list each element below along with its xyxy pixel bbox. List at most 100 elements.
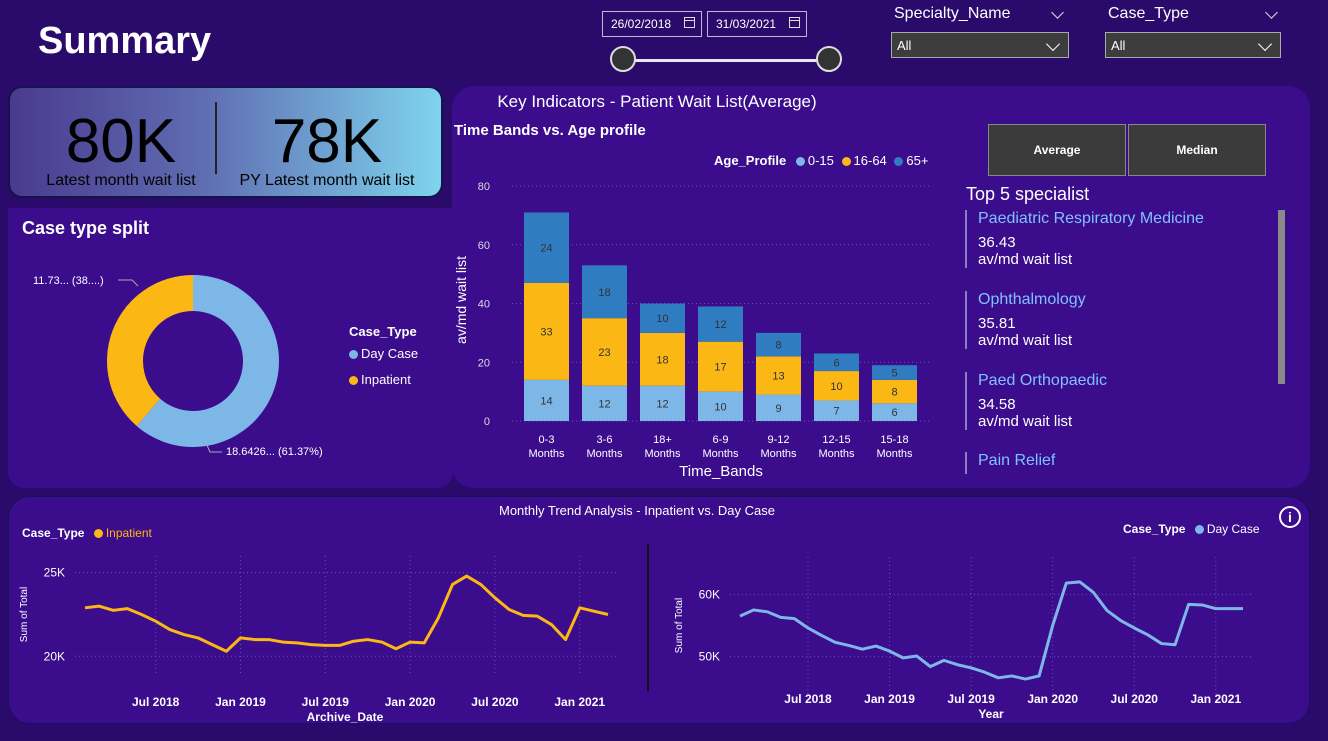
legend-dot	[795, 157, 805, 167]
case-type-filter-label: Case_Type	[1108, 5, 1189, 22]
legend-label: 0-15	[807, 153, 834, 168]
y-tick-label: 60	[478, 240, 490, 252]
legend-dot	[349, 350, 358, 360]
average-button[interactable]: Average	[988, 124, 1126, 176]
bar-data-label: 8	[775, 340, 781, 352]
specialist-sub: av/md wait list	[978, 413, 1073, 430]
x-axis-title: Year	[978, 707, 1004, 721]
x-tick-label: Jan 2019	[864, 692, 915, 706]
info-icon[interactable]: i	[1279, 506, 1301, 528]
x-tick-label: 15-18	[880, 434, 908, 446]
x-tick-label: Jul 2020	[1111, 692, 1159, 706]
x-tick-label: Months	[818, 448, 855, 460]
date-slider-track[interactable]	[622, 59, 830, 62]
y-tick-label: 20K	[44, 649, 65, 663]
x-axis-title: Time_Bands	[679, 463, 763, 480]
specialist-sub: av/md wait list	[978, 251, 1073, 268]
page-title: Summary	[38, 20, 212, 62]
chevron-down-icon	[1257, 36, 1273, 52]
y-tick-label: 40	[478, 299, 490, 311]
bar-data-label: 10	[714, 401, 726, 413]
x-tick-label: Jan 2020	[385, 695, 436, 709]
specialty-dropdown[interactable]: All	[891, 32, 1069, 58]
donut-label-daycase: 18.6426... (61.37%)	[226, 446, 323, 458]
y-tick-label: 0	[484, 416, 490, 428]
specialist-item[interactable]: Ophthalmology 35.81 av/md wait list	[965, 291, 1268, 349]
top5-title: Top 5 specialist	[966, 184, 1090, 204]
donut-slice	[107, 275, 193, 426]
stacked-bar-chart: 0 20 40 60 80 av/md wait list 14 33 24 0-3 Months 1…	[453, 181, 932, 480]
calendar-icon[interactable]	[789, 17, 800, 28]
top5-scrollbar[interactable]	[1278, 210, 1285, 384]
bar-data-label: 9	[775, 403, 781, 415]
calendar-icon[interactable]	[684, 17, 695, 28]
case-split-title: Case type split	[22, 218, 150, 238]
bar-data-label: 6	[833, 357, 839, 369]
legend-dot	[1194, 525, 1204, 535]
bar-data-label: 18	[656, 354, 668, 366]
case-legend-daycase[interactable]: Day Case	[349, 346, 418, 361]
specialist-sub: av/md wait list	[978, 332, 1073, 349]
legend-label: Day Case	[361, 346, 419, 361]
y-axis-title: Sum of Total	[19, 587, 30, 642]
inpatient-legend[interactable]: Case_Type Inpatient	[22, 526, 152, 540]
age-legend: Age_Profile 0-15 16-64 65+	[714, 153, 928, 168]
bar-data-label: 10	[830, 381, 842, 393]
x-tick-label: Months	[876, 448, 913, 460]
daycase-legend[interactable]: Case_Type Day Case	[1123, 522, 1260, 536]
x-tick-label: 18+	[653, 434, 672, 446]
case-legend-title: Case_Type	[349, 324, 417, 339]
legend-dot	[93, 529, 103, 539]
x-tick-label: 3-6	[597, 434, 613, 446]
bar-data-label: 12	[714, 319, 726, 331]
trend-divider	[647, 544, 649, 691]
y-axis-title: Sum of Total	[674, 598, 685, 653]
x-axis-title: Archive_Date	[307, 710, 384, 724]
case-type-dropdown[interactable]: All	[1105, 32, 1281, 58]
age-legend-65plus[interactable]: 65+	[894, 153, 928, 168]
end-date-input[interactable]: 31/03/2021	[707, 11, 807, 37]
chevron-down-icon[interactable]	[1051, 6, 1064, 19]
date-slider-start-handle[interactable]	[610, 46, 636, 72]
specialist-value: 34.58	[978, 396, 1016, 413]
y-tick-label: 60K	[699, 587, 720, 601]
kpi-latest-label: Latest month wait list	[46, 172, 196, 189]
bar-data-label: 7	[833, 406, 839, 418]
x-tick-label: Jul 2019	[947, 692, 995, 706]
case-type-panel: Case type split 11.73... (38....) 18.642…	[8, 208, 453, 488]
bar-data-label: 33	[540, 326, 552, 338]
legend-label: Inpatient	[105, 526, 152, 540]
x-tick-label: Jul 2018	[132, 695, 180, 709]
date-slider-end-handle[interactable]	[816, 46, 842, 72]
x-tick-label: 0-3	[539, 434, 555, 446]
x-tick-label: Jul 2018	[784, 692, 832, 706]
specialist-value: 36.43	[978, 234, 1016, 251]
bar-data-label: 24	[540, 243, 552, 255]
legend-dot	[349, 376, 358, 386]
specialist-name: Pain Relief	[978, 452, 1056, 469]
age-legend-0-15[interactable]: 0-15	[795, 153, 834, 168]
legend-dot	[841, 157, 851, 167]
series-line	[739, 580, 1243, 681]
specialist-item[interactable]: Pain Relief	[965, 452, 1268, 474]
donut-label-inpatient: 11.73... (38....)	[33, 275, 104, 287]
specialist-value: 35.81	[978, 315, 1016, 332]
age-legend-16-64[interactable]: 16-64	[841, 153, 887, 168]
y-tick-label: 20	[478, 357, 490, 369]
x-tick-label: Jan 2021	[554, 695, 605, 709]
specialist-item[interactable]: Paed Orthopaedic 34.58 av/md wait list	[965, 372, 1268, 430]
specialty-filter-label: Specialty_Name	[894, 5, 1011, 22]
bar-data-label: 6	[891, 407, 897, 419]
chevron-down-icon[interactable]	[1265, 6, 1278, 19]
start-date-input[interactable]: 26/02/2018	[602, 11, 702, 37]
median-button[interactable]: Median	[1128, 124, 1266, 176]
y-tick-label: 25K	[44, 566, 65, 580]
specialist-item[interactable]: Paediatric Respiratory Medicine 36.43 av…	[965, 210, 1268, 268]
inpatient-line-chart: 20K 25K Jul 2018 Jan 2019 Jul 2019 Jan 2020 Ju…	[19, 556, 618, 724]
legend-label: Day Case	[1206, 522, 1260, 536]
case-legend-inpatient[interactable]: Inpatient	[349, 372, 411, 387]
daycase-line-chart: 50K 60K Jul 2018 Jan 2019 Jul 2019 Jan 2020 Ju…	[674, 557, 1253, 721]
bar-data-label: 8	[891, 387, 897, 399]
bar-data-label: 18	[598, 287, 610, 299]
kpi-latest-value: 80K	[65, 107, 177, 176]
